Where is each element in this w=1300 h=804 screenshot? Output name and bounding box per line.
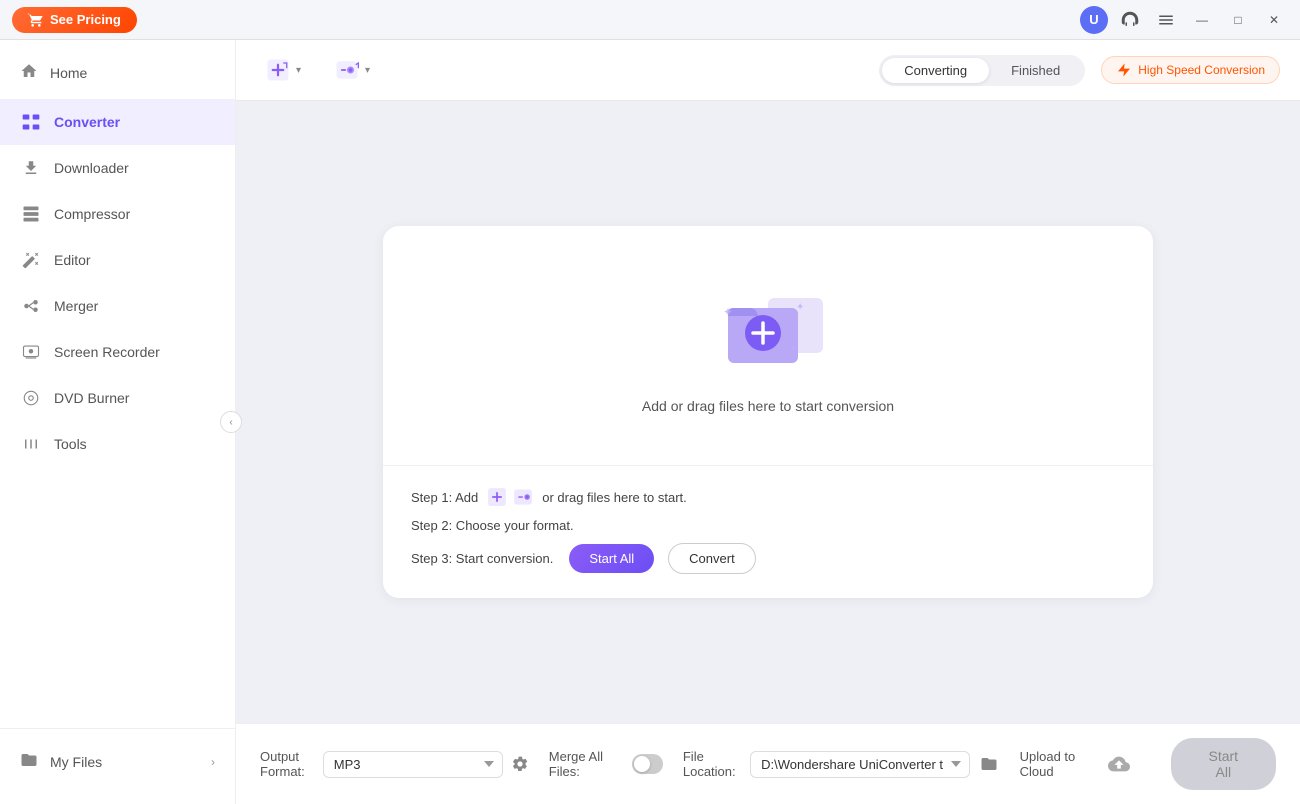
step3-text: Step 3: Start conversion.	[411, 551, 553, 566]
sidebar-merger-label: Merger	[54, 298, 98, 314]
merger-icon	[20, 295, 42, 317]
drop-zone-text: Add or drag files here to start conversi…	[642, 398, 894, 414]
add-file-icon	[264, 56, 292, 84]
tab-finished[interactable]: Finished	[989, 58, 1082, 83]
compressor-icon	[20, 203, 42, 225]
start-all-big-button[interactable]: Start All	[1171, 738, 1276, 790]
file-location-folder-icon[interactable]	[978, 750, 999, 778]
file-location-field: File Location: D:\Wondershare UniConvert…	[683, 749, 1000, 779]
output-format-field: Output Format: MP3	[260, 749, 529, 779]
sidebar-wrapper: Home Converter Downloader	[0, 40, 236, 804]
sidebar-dvd-burner-label: DVD Burner	[54, 390, 129, 406]
sidebar-item-dvd-burner[interactable]: DVD Burner	[0, 375, 235, 421]
sidebar-item-home[interactable]: Home	[0, 50, 235, 95]
tools-icon	[20, 433, 42, 455]
step1-text: Step 1: Add	[411, 490, 478, 505]
see-pricing-label: See Pricing	[50, 12, 121, 27]
user-avatar[interactable]: U	[1080, 6, 1108, 34]
tool-header: ▾ ▾ Converting Finished	[236, 40, 1300, 101]
main-content: ▾ ▾ Converting Finished	[236, 40, 1300, 804]
high-speed-button[interactable]: High Speed Conversion	[1101, 56, 1280, 84]
minimize-button[interactable]: —	[1188, 6, 1216, 34]
upload-cloud-field: Upload to Cloud	[1020, 749, 1131, 779]
bottom-bar: Output Format: MP3 Merge All Files: File…	[236, 723, 1300, 804]
sidebar: Home Converter Downloader	[0, 40, 236, 804]
steps-area: Step 1: Add	[383, 466, 1153, 598]
step-1-row: Step 1: Add	[411, 486, 1125, 508]
step-2-row: Step 2: Choose your format.	[411, 518, 1125, 533]
tab-converting[interactable]: Converting	[882, 58, 989, 83]
menu-icon[interactable]	[1152, 6, 1180, 34]
drop-zone-wrapper: ✦ ✦ ✦ Add or drag files here to start co…	[236, 101, 1300, 723]
sidebar-item-converter[interactable]: Converter	[0, 99, 235, 145]
step1-add-screen-icon	[512, 486, 534, 508]
sidebar-item-compressor[interactable]: Compressor	[0, 191, 235, 237]
drop-zone-card: ✦ ✦ ✦ Add or drag files here to start co…	[383, 226, 1153, 598]
home-icon	[20, 62, 38, 83]
add-screen-icon	[333, 56, 361, 84]
sidebar-bottom: My Files ›	[0, 728, 235, 794]
see-pricing-button[interactable]: See Pricing	[12, 7, 137, 33]
output-format-select[interactable]: MP3	[323, 751, 503, 778]
sidebar-item-downloader[interactable]: Downloader	[0, 145, 235, 191]
step3-start-all-button[interactable]: Start All	[569, 544, 654, 573]
dvd-burner-icon	[20, 387, 42, 409]
my-files-label: My Files	[50, 754, 102, 770]
screen-recorder-icon	[20, 341, 42, 363]
editor-icon	[20, 249, 42, 271]
merge-files-field: Merge All Files:	[549, 749, 663, 779]
sidebar-converter-label: Converter	[54, 114, 120, 130]
sidebar-editor-label: Editor	[54, 252, 91, 268]
file-location-select[interactable]: D:\Wondershare UniConverter t	[750, 751, 970, 778]
add-file-button[interactable]: ▾	[256, 50, 309, 90]
svg-text:✦: ✦	[796, 302, 804, 313]
add-screen-chevron: ▾	[365, 65, 370, 76]
headphone-icon[interactable]	[1116, 6, 1144, 34]
sidebar-item-merger[interactable]: Merger	[0, 283, 235, 329]
folder-icon: ✦ ✦ ✦	[708, 278, 838, 378]
converter-icon	[20, 111, 42, 133]
step1-icons	[486, 486, 534, 508]
sidebar-home-label: Home	[50, 65, 87, 81]
step2-text: Step 2: Choose your format.	[411, 518, 574, 533]
output-format-label: Output Format:	[260, 749, 315, 779]
svg-text:✦: ✦	[723, 305, 733, 319]
step1-mid-text: or drag files here to start.	[542, 490, 687, 505]
my-files-icon	[20, 751, 38, 772]
svg-text:✦: ✦	[790, 343, 797, 352]
merge-toggle[interactable]	[632, 754, 663, 774]
lightning-icon	[1116, 62, 1132, 78]
sidebar-item-tools[interactable]: Tools	[0, 421, 235, 467]
add-screen-button[interactable]: ▾	[325, 50, 378, 90]
output-format-settings-icon[interactable]	[511, 750, 529, 778]
close-button[interactable]: ✕	[1260, 6, 1288, 34]
step-3-row: Step 3: Start conversion. Start All Conv…	[411, 543, 1125, 574]
upload-cloud-icon[interactable]	[1107, 750, 1131, 778]
sidebar-tools-label: Tools	[54, 436, 87, 452]
high-speed-label: High Speed Conversion	[1138, 63, 1265, 77]
file-location-label: File Location:	[683, 749, 742, 779]
step3-convert-button[interactable]: Convert	[668, 543, 756, 574]
sidebar-compressor-label: Compressor	[54, 206, 130, 222]
my-files-arrow: ›	[211, 755, 215, 769]
sidebar-item-my-files[interactable]: My Files ›	[0, 739, 235, 784]
merge-files-label: Merge All Files:	[549, 749, 625, 779]
cart-icon	[28, 12, 44, 28]
folder-icon-wrapper: ✦ ✦ ✦	[708, 278, 828, 378]
add-file-chevron: ▾	[296, 65, 301, 76]
sidebar-collapse-button[interactable]: ‹	[220, 411, 242, 433]
maximize-button[interactable]: □	[1224, 6, 1252, 34]
step1-add-file-icon	[486, 486, 508, 508]
downloader-icon	[20, 157, 42, 179]
sidebar-downloader-label: Downloader	[54, 160, 129, 176]
upload-cloud-label: Upload to Cloud	[1020, 749, 1099, 779]
tab-switcher: Converting Finished	[879, 55, 1085, 86]
app-body: Home Converter Downloader	[0, 40, 1300, 804]
drop-zone-area[interactable]: ✦ ✦ ✦ Add or drag files here to start co…	[383, 226, 1153, 466]
title-bar: See Pricing U — □ ✕	[0, 0, 1300, 40]
sidebar-item-editor[interactable]: Editor	[0, 237, 235, 283]
sidebar-screen-recorder-label: Screen Recorder	[54, 344, 160, 360]
sidebar-item-screen-recorder[interactable]: Screen Recorder	[0, 329, 235, 375]
